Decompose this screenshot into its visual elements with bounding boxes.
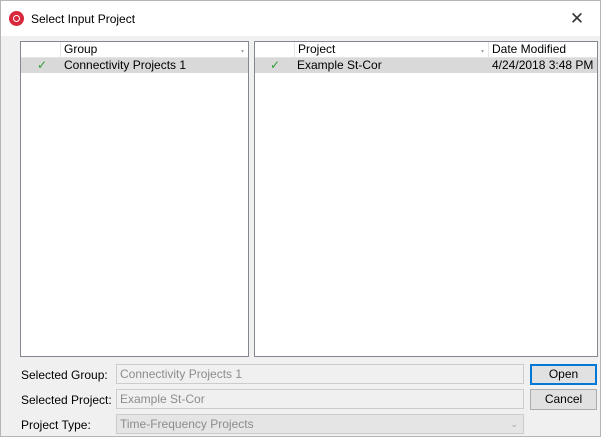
projects-list[interactable]: Project ▾ Date Modified ✓ Example St-Cor… bbox=[254, 41, 598, 357]
app-logo-icon bbox=[9, 11, 24, 26]
project-column-header[interactable]: Project ▾ bbox=[294, 42, 488, 57]
selected-group-label: Selected Group: bbox=[21, 368, 108, 382]
close-button[interactable]: ✕ bbox=[554, 1, 600, 36]
group-column-label: Group bbox=[64, 42, 98, 56]
project-name: Example St-Cor bbox=[297, 58, 382, 72]
project-date-modified: 4/24/2018 3:48 PM bbox=[492, 58, 594, 72]
group-check-column-header[interactable] bbox=[21, 42, 60, 57]
selected-group-field[interactable]: Connectivity Projects 1 bbox=[116, 364, 524, 384]
groups-list[interactable]: Group ▾ ✓ Connectivity Projects 1 bbox=[20, 41, 249, 357]
checkmark-icon: ✓ bbox=[37, 58, 48, 72]
sort-indicator-icon: ▾ bbox=[240, 49, 244, 55]
dialog-title: Select Input Project bbox=[31, 12, 136, 26]
group-column-header[interactable]: Group ▾ bbox=[60, 42, 248, 57]
projects-list-header: Project ▾ Date Modified bbox=[255, 42, 597, 58]
title-bar: Select Input Project ✕ bbox=[1, 1, 600, 36]
sort-indicator-icon: ▾ bbox=[480, 49, 484, 55]
select-input-project-dialog: Select Input Project ✕ Group ▾ ✓ Connect… bbox=[0, 0, 601, 437]
cancel-button[interactable]: Cancel bbox=[530, 389, 597, 410]
groups-list-header: Group ▾ bbox=[21, 42, 248, 58]
project-column-label: Project bbox=[298, 42, 336, 56]
group-name: Connectivity Projects 1 bbox=[64, 58, 187, 72]
project-type-value: Time-Frequency Projects bbox=[120, 417, 254, 431]
project-check-column-header[interactable] bbox=[255, 42, 294, 57]
date-modified-column-header[interactable]: Date Modified bbox=[488, 42, 597, 57]
selected-project-field[interactable]: Example St-Cor bbox=[116, 389, 524, 409]
chevron-down-icon: ⌄ bbox=[510, 419, 518, 429]
project-type-select[interactable]: Time-Frequency Projects ⌄ bbox=[116, 414, 524, 434]
checkmark-icon: ✓ bbox=[270, 58, 281, 72]
project-type-label: Project Type: bbox=[21, 418, 91, 432]
open-button[interactable]: Open bbox=[530, 364, 597, 385]
group-row[interactable]: ✓ Connectivity Projects 1 bbox=[21, 58, 248, 73]
selected-project-label: Selected Project: bbox=[21, 393, 112, 407]
project-row[interactable]: ✓ Example St-Cor 4/24/2018 3:48 PM bbox=[255, 58, 597, 73]
